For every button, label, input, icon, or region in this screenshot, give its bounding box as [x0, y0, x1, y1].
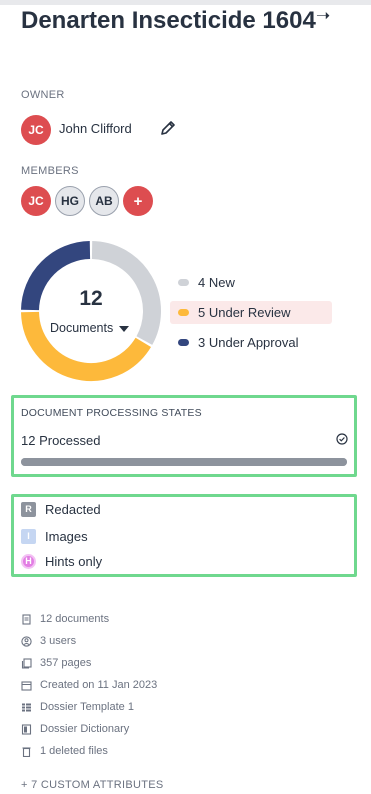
top-divider — [0, 0, 371, 5]
legend-label: 3 Under Approval — [198, 335, 299, 350]
filter-label: Images — [45, 528, 88, 544]
member-avatar-hg: HG — [55, 186, 85, 216]
calendar-icon — [21, 680, 32, 691]
legend-label: 5 Under Review — [198, 305, 291, 320]
processing-status: 12 Processed — [21, 433, 101, 448]
template-icon — [22, 703, 31, 711]
stat-label: 3 users — [40, 635, 77, 647]
processing-label: DOCUMENT PROCESSING STATES — [21, 407, 202, 419]
documents-selector[interactable]: Documents — [50, 321, 140, 337]
custom-attributes-link[interactable]: + 7 CUSTOM ATTRIBUTES — [21, 779, 164, 791]
stat-label: 12 documents — [40, 613, 110, 625]
images-chip-icon: I — [21, 528, 36, 544]
document-icon — [22, 613, 31, 625]
users-icon — [21, 635, 32, 647]
stat-created: Created on 11 Jan 2023 — [21, 678, 157, 692]
processing-progress-bar — [21, 458, 347, 466]
stat-pages: 357 pages — [21, 656, 91, 670]
stat-label: Dossier Dictionary — [40, 723, 130, 735]
hints-chip-icon: H — [21, 553, 36, 569]
members-label: MEMBERS — [21, 165, 79, 177]
add-member-button[interactable]: + — [123, 186, 153, 216]
filter-label: Hints only — [45, 553, 103, 569]
redacted-chip-icon: R — [21, 501, 36, 517]
filter-label: Redacted — [45, 501, 101, 517]
stat-template: Dossier Template 1 — [21, 700, 134, 714]
legend-dot — [178, 279, 189, 286]
owner-name: John Clifford — [59, 121, 132, 136]
dictionary-icon — [21, 723, 32, 735]
documents-donut-chart — [21, 241, 161, 381]
pencil-icon[interactable] — [159, 119, 177, 137]
check-circle-icon — [336, 433, 348, 445]
documents-count: 12 — [79, 287, 103, 310]
trash-icon — [22, 746, 31, 757]
legend-under-review[interactable]: 5 Under Review — [170, 301, 332, 324]
member-avatar-ab: AB — [89, 186, 119, 216]
stat-documents: 12 documents — [21, 612, 109, 626]
arrow-right-icon[interactable]: ➝ — [316, 6, 330, 26]
member-avatar-jc: JC — [21, 186, 51, 216]
stat-users: 3 users — [21, 634, 76, 648]
filter-images[interactable]: I Images — [21, 527, 88, 545]
stat-dictionary: Dossier Dictionary — [21, 722, 129, 736]
filter-redacted[interactable]: R Redacted — [21, 500, 101, 518]
stat-label: 1 deleted files — [40, 745, 108, 757]
dossier-title: Denarten Insecticide 1604 — [21, 7, 316, 34]
filter-hints-only[interactable]: H Hints only — [21, 552, 102, 570]
stat-label: Dossier Template 1 — [40, 701, 134, 713]
stat-label: 357 pages — [40, 657, 92, 669]
caret-down-icon — [119, 325, 130, 332]
pages-icon — [21, 657, 32, 669]
stat-deleted: 1 deleted files — [21, 744, 108, 758]
legend-label: 4 New — [198, 275, 235, 290]
legend-dot — [178, 309, 189, 316]
stat-label: Created on 11 Jan 2023 — [40, 679, 158, 691]
legend-new[interactable]: 4 New — [170, 271, 332, 294]
documents-selector-label: Documents — [50, 321, 114, 335]
processing-progress-fill — [21, 458, 347, 466]
legend-under-approval[interactable]: 3 Under Approval — [170, 331, 332, 354]
legend-dot — [178, 339, 189, 346]
owner-label: OWNER — [21, 89, 65, 101]
owner-avatar: JC — [21, 115, 51, 145]
